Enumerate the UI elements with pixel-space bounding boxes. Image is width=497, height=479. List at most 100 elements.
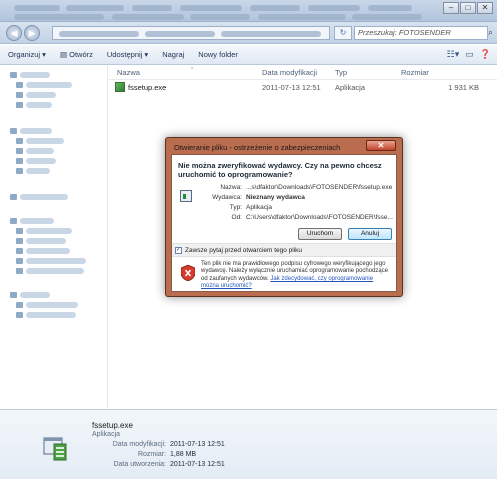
name-label: Nazwa:: [220, 184, 242, 191]
nav-item[interactable]: [26, 138, 64, 144]
burn-button[interactable]: Nagraj: [162, 50, 184, 59]
nav-item[interactable]: [26, 92, 56, 98]
blurred-bookmark[interactable]: [352, 14, 422, 20]
column-name[interactable]: Nazwa: [117, 68, 140, 77]
forward-icon[interactable]: ▶: [24, 25, 40, 41]
always-ask-label: Zawsze pytaj przed otwarciem tego pliku: [185, 247, 303, 254]
window-controls: – □ ✕: [443, 2, 493, 14]
security-warning-dialog: Otwieranie pliku - ostrzeżenie o zabezpi…: [165, 137, 403, 297]
cancel-button[interactable]: Anuluj: [348, 228, 392, 240]
help-icon[interactable]: ❓: [480, 49, 491, 60]
details-modified-value: 2011-07-13 12:51: [170, 441, 225, 448]
publisher-value: Nieznany wydawca: [246, 194, 305, 201]
share-button[interactable]: Udostępnij ▾: [107, 50, 148, 59]
details-file-name: fssetup.exe: [92, 421, 133, 430]
network-icon: [10, 292, 17, 298]
nav-item[interactable]: [20, 218, 54, 224]
file-name: fssetup.exe: [128, 83, 167, 92]
application-icon: [180, 190, 192, 202]
blurred-bookmark[interactable]: [132, 5, 172, 11]
from-label: Od:: [231, 214, 242, 221]
back-icon[interactable]: ◀: [6, 25, 22, 41]
new-folder-button[interactable]: Nowy folder: [198, 50, 238, 59]
blurred-bookmark[interactable]: [368, 5, 412, 11]
shield-warning-icon: [181, 265, 195, 281]
blurred-bookmark[interactable]: [190, 14, 250, 20]
nav-item[interactable]: [26, 82, 72, 88]
nav-item[interactable]: [26, 268, 84, 274]
command-bar: Organizuj ▾ ▤ Otwórz Udostępnij ▾ Nagraj…: [0, 45, 497, 65]
refresh-icon[interactable]: ↻: [334, 26, 352, 40]
column-type[interactable]: Typ: [335, 68, 347, 77]
folder-icon: [16, 82, 23, 88]
dialog-close-button[interactable]: ✕: [366, 140, 396, 151]
nav-item[interactable]: [20, 128, 52, 134]
details-size-value: 1,88 MB: [170, 451, 197, 458]
nav-item[interactable]: [26, 302, 78, 308]
organize-button[interactable]: Organizuj ▾: [8, 50, 46, 59]
nav-item[interactable]: [20, 292, 50, 298]
details-created-value: 2011-07-13 12:51: [170, 461, 225, 468]
dialog-body: Nie można zweryfikować wydawcy. Czy na p…: [171, 154, 397, 292]
view-options-icon[interactable]: ☷▾: [447, 49, 460, 60]
column-size[interactable]: Rozmiar: [401, 68, 429, 77]
search-input[interactable]: Przeszukaj: FOTOSENDER: [354, 26, 488, 40]
preview-pane-icon[interactable]: ▭: [465, 49, 474, 60]
maximize-button[interactable]: □: [460, 2, 476, 14]
nav-item[interactable]: [26, 228, 72, 234]
address-row: ◀ ▶ ↻ Przeszukaj: FOTOSENDER ⌕: [0, 22, 497, 44]
navigation-pane: [0, 66, 108, 408]
address-bar[interactable]: [52, 26, 330, 40]
dialog-title: Otwieranie pliku - ostrzeżenie o zabezpi…: [174, 143, 341, 152]
network-pc-icon: [16, 302, 23, 308]
type-label: Typ:: [229, 204, 242, 211]
blurred-bookmark[interactable]: [308, 5, 360, 11]
blurred-bookmark[interactable]: [14, 14, 104, 20]
open-label: Otwórz: [69, 50, 93, 59]
publisher-label: Wydawca:: [212, 194, 242, 201]
blurred-path: [59, 31, 139, 37]
blurred-bookmark[interactable]: [258, 14, 346, 20]
search-icon[interactable]: ⌕: [488, 27, 493, 38]
blurred-bookmark[interactable]: [112, 14, 184, 20]
nav-item[interactable]: [26, 312, 76, 318]
nav-item[interactable]: [26, 148, 54, 154]
drive-icon: [16, 238, 23, 244]
details-modified-label: Data modyfikacji:: [112, 441, 166, 448]
column-header-row: Nazwa ˆ Data modyfikacji Typ Rozmiar: [109, 66, 497, 80]
blurred-path: [145, 31, 215, 37]
nav-item[interactable]: [26, 102, 52, 108]
run-button[interactable]: Uruchom: [298, 228, 342, 240]
file-type: Aplikacja: [335, 83, 366, 92]
minimize-button[interactable]: –: [443, 2, 459, 14]
table-row[interactable]: fssetup.exe 2011-07-13 12:51 Aplikacja 1…: [115, 82, 491, 94]
title-bar: – □ ✕: [0, 0, 497, 22]
open-button[interactable]: ▤ Otwórz: [60, 50, 93, 59]
nav-item[interactable]: [26, 158, 56, 164]
blurred-bookmark[interactable]: [180, 5, 242, 11]
favorites-icon: [10, 72, 17, 78]
blurred-bookmark[interactable]: [66, 5, 124, 11]
close-button[interactable]: ✕: [477, 2, 493, 14]
always-ask-checkbox[interactable]: ✓: [175, 247, 182, 254]
drive-icon: [16, 258, 23, 264]
type-value: Aplikacja: [246, 204, 273, 211]
column-modified[interactable]: Data modyfikacji: [262, 68, 317, 77]
details-size-label: Rozmiar:: [137, 451, 166, 458]
drive-icon: [16, 248, 23, 254]
drive-icon: [16, 268, 23, 274]
nav-item[interactable]: [26, 258, 86, 264]
computer-icon: [10, 218, 17, 224]
nav-item[interactable]: [20, 72, 50, 78]
blurred-bookmark[interactable]: [14, 5, 60, 11]
nav-item[interactable]: [26, 248, 70, 254]
warning-box: Ten plik nie ma prawidłowego podpisu cyf…: [177, 261, 391, 289]
sort-arrow-icon: ˆ: [191, 68, 194, 75]
blurred-bookmark[interactable]: [250, 5, 300, 11]
nav-item[interactable]: [20, 194, 68, 200]
folder-icon: [16, 102, 23, 108]
nav-item[interactable]: [26, 168, 50, 174]
nav-item[interactable]: [26, 238, 66, 244]
explorer-window: – □ ✕ ◀ ▶ ↻ Przeszukaj: FOTOSENDER ⌕ Org…: [0, 0, 497, 479]
details-file-type: Aplikacja: [92, 431, 121, 438]
